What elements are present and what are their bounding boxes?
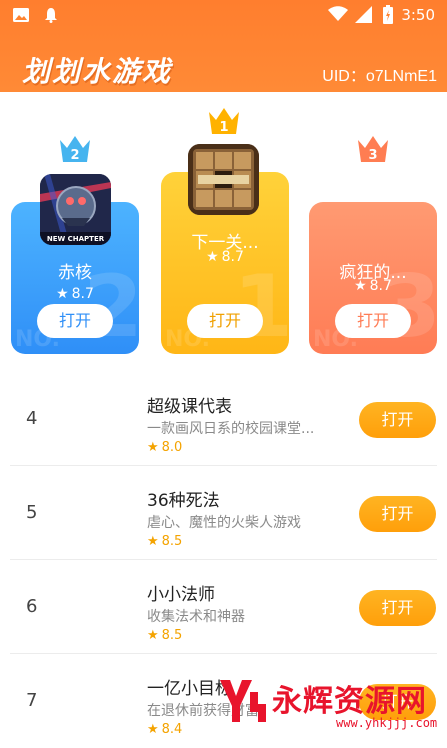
podium-open-button[interactable]: 打开 <box>335 304 411 338</box>
list-game-rating: ★ 8.0 <box>147 440 183 455</box>
list-game-rating: ★ 8.5 <box>147 628 183 643</box>
star-icon: ★ <box>147 722 159 737</box>
list-game-desc: 收集法术和神器 <box>147 609 245 625</box>
notification-icon <box>45 8 57 23</box>
list-open-button[interactable]: 打开 <box>359 402 436 438</box>
star-icon: ★ <box>147 534 159 549</box>
wifi-icon <box>328 6 348 21</box>
list-open-button[interactable]: 打开 <box>359 590 436 626</box>
signal-icon <box>355 6 372 23</box>
list-item[interactable]: 4 超级课代表 一款画风日系的校园课堂... ★ 8.0 打开 <box>0 372 447 466</box>
crown-rank-2-icon: 2 <box>60 136 90 163</box>
watermark: 永辉资源网 www.yhkjjj.com <box>216 672 447 738</box>
podium-game-rating: ★ 8.7 <box>354 278 392 294</box>
star-icon: ★ <box>56 286 69 302</box>
list-open-button[interactable]: 打开 <box>359 496 436 532</box>
list-item[interactable]: 5 36种死法 虐心、魔性的火柴人游戏 ★ 8.5 打开 <box>0 466 447 560</box>
podium-open-button[interactable]: 打开 <box>187 304 263 338</box>
star-icon: ★ <box>147 440 159 455</box>
list-game-rating: ★ 8.5 <box>147 534 183 549</box>
svg-text:1: 1 <box>219 120 228 135</box>
sphere-game-icon[interactable]: NEW CHAPTER <box>40 174 111 245</box>
wooden-puzzle-icon[interactable] <box>188 144 259 215</box>
list-rank: 5 <box>26 502 38 523</box>
podium-game-name: 赤核 <box>58 263 92 283</box>
battery-charging-icon <box>383 5 393 24</box>
podium-game-rating: ★ 8.7 <box>206 249 244 265</box>
list-rank: 6 <box>26 596 38 617</box>
watermark-url: www.yhkjjj.com <box>336 716 438 730</box>
list-rank: 7 <box>26 690 38 711</box>
list-rank: 4 <box>26 408 38 429</box>
list-game-desc: 一款画风日系的校园课堂... <box>147 421 315 437</box>
list-game-desc: 虐心、魔性的火柴人游戏 <box>147 515 301 531</box>
podium-game-rating: ★ 8.7 <box>56 286 94 302</box>
header-bar: 3:50 划划水游戏 UID：o7LNmE1 <box>0 0 447 92</box>
list-game-name: 超级课代表 <box>147 397 232 417</box>
svg-text:3: 3 <box>368 148 377 163</box>
list-game-name: 36种死法 <box>147 491 220 511</box>
star-icon: ★ <box>147 628 159 643</box>
image-icon <box>13 8 29 22</box>
list-game-rating: ★ 8.4 <box>147 722 183 737</box>
status-time: 3:50 <box>401 6 435 24</box>
watermark-text: 永辉资源网 <box>272 684 427 719</box>
icon-caption: NEW CHAPTER <box>47 235 105 243</box>
podium-card-rank-3[interactable]: 3 NO. 疯狂的... ★ 8.7 打开 <box>309 202 437 354</box>
watermark-logo-icon <box>220 680 266 722</box>
top-three-podium: 2 2 NO. 赤核 ★ 8.7 打开 NEW CHAPTER 1 1 NO. 下 <box>0 92 447 372</box>
crown-rank-3-icon: 3 <box>358 136 388 163</box>
crown-rank-1-icon: 1 <box>209 108 239 135</box>
list-item[interactable]: 6 小小法师 收集法术和神器 ★ 8.5 打开 <box>0 560 447 654</box>
list-game-name: 小小法师 <box>147 585 215 605</box>
app-title: 划划水游戏 <box>22 55 173 88</box>
podium-open-button[interactable]: 打开 <box>37 304 113 338</box>
user-uid: UID：o7LNmE1 <box>322 68 437 85</box>
star-icon: ★ <box>206 249 219 265</box>
status-bar: 3:50 <box>0 0 447 30</box>
svg-text:2: 2 <box>70 148 79 163</box>
star-icon: ★ <box>354 278 367 294</box>
